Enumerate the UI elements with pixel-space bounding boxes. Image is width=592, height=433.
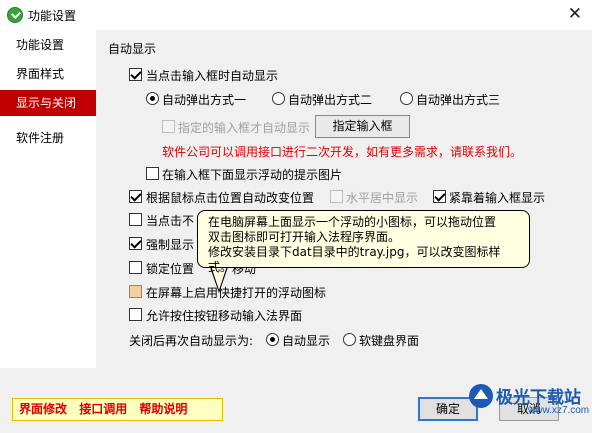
title-bar: 功能设置 ✕	[0, 0, 592, 30]
center-horizontal-label: 水平居中显示	[346, 191, 419, 205]
center-horizontal-checkbox[interactable]	[330, 190, 343, 203]
stick-to-input-checkbox[interactable]	[433, 190, 446, 203]
sidebar: 功能设置 界面样式 显示与关闭 软件注册	[0, 30, 96, 368]
stick-to-input-label[interactable]: 紧靠着输入框显示	[449, 189, 545, 206]
float-image-checkbox[interactable]	[146, 167, 159, 180]
float-icon-label[interactable]: 在屏幕上启用快捷打开的浮动图标	[146, 284, 326, 301]
auto-reposition-checkbox[interactable]	[129, 190, 142, 203]
auto-reposition-label[interactable]: 根据鼠标点击位置自动改变位置	[146, 189, 314, 206]
link-api-call[interactable]: 接口调用	[79, 402, 127, 416]
row5-checkbox[interactable]	[129, 213, 142, 226]
link-help[interactable]: 帮助说明	[139, 402, 187, 416]
allow-move-checkbox[interactable]	[129, 308, 142, 321]
lock-position-checkbox[interactable]	[129, 261, 142, 274]
after-close-softkbd-label[interactable]: 软键盘界面	[359, 332, 419, 349]
force-show-label[interactable]: 强制显示	[146, 236, 194, 253]
link-ui-modify[interactable]: 界面修改	[19, 402, 67, 416]
watermark: 极光下载站 www.xz7.com	[466, 381, 592, 433]
app-icon	[7, 7, 23, 23]
float-icon-tooltip: 在电脑屏幕上面显示一个浮动的小图标，可以拖动位置 双击图标即可打开输入法程序界面…	[197, 210, 530, 274]
after-close-softkbd-radio[interactable]	[343, 333, 356, 346]
sidebar-item-function-settings[interactable]: 功能设置	[0, 32, 96, 58]
section-label-auto-show: 自动显示	[108, 42, 157, 56]
popup-mode-1-radio[interactable]	[146, 92, 159, 105]
after-close-auto-radio[interactable]	[266, 333, 279, 346]
dev-notice: 软件公司可以调用接口进行二次开发，如有更多需求，请联系我们。	[162, 145, 523, 159]
tooltip-line-1: 在电脑屏幕上面显示一个浮动的小图标，可以拖动位置	[208, 215, 497, 229]
assign-input-button[interactable]: 指定输入框	[315, 115, 410, 138]
specified-input-label: 指定的输入框才自动显示	[178, 121, 311, 135]
after-close-auto-label[interactable]: 自动显示	[282, 332, 330, 349]
sidebar-item-ui-style[interactable]: 界面样式	[0, 61, 96, 87]
lock-position-label[interactable]: 锁定位置	[146, 260, 194, 277]
auto-show-label[interactable]: 当点击输入框时自动显示	[146, 67, 278, 84]
sidebar-item-display-close[interactable]: 显示与关闭	[0, 90, 96, 116]
specified-input-checkbox[interactable]	[162, 120, 175, 133]
watermark-url: www.xz7.com	[528, 405, 590, 416]
watermark-logo-icon	[469, 384, 493, 408]
tooltip-line-3: 修改安装目录下dat目录中的tray.jpg，可以改变图标样式。	[208, 245, 501, 274]
popup-mode-1-label[interactable]: 自动弹出方式一	[162, 91, 246, 108]
popup-mode-2-label[interactable]: 自动弹出方式二	[288, 91, 372, 108]
auto-show-checkbox[interactable]	[129, 68, 142, 81]
after-close-label: 关闭后再次自动显示为:	[129, 334, 254, 348]
settings-panel: 自动显示 当点击输入框时自动显示 自动弹出方式一 自动弹出方式二 自动弹出方式三…	[96, 30, 592, 368]
popup-mode-2-radio[interactable]	[272, 92, 285, 105]
row5-label[interactable]: 当点击不	[146, 212, 194, 229]
allow-move-label[interactable]: 允许按住按钮移动输入法界面	[146, 307, 302, 324]
footer-links: 界面修改 接口调用 帮助说明	[12, 398, 223, 421]
popup-mode-3-label[interactable]: 自动弹出方式三	[416, 91, 500, 108]
sidebar-item-registration[interactable]: 软件注册	[0, 125, 96, 151]
float-image-label[interactable]: 在输入框下面显示浮动的提示图片	[162, 166, 342, 183]
popup-mode-3-radio[interactable]	[400, 92, 413, 105]
window-title: 功能设置	[28, 9, 77, 23]
tooltip-line-2: 双击图标即可打开输入法程序界面。	[208, 230, 401, 244]
force-show-checkbox[interactable]	[129, 237, 142, 250]
float-icon-checkbox[interactable]	[129, 285, 142, 298]
close-icon[interactable]: ✕	[568, 4, 582, 24]
